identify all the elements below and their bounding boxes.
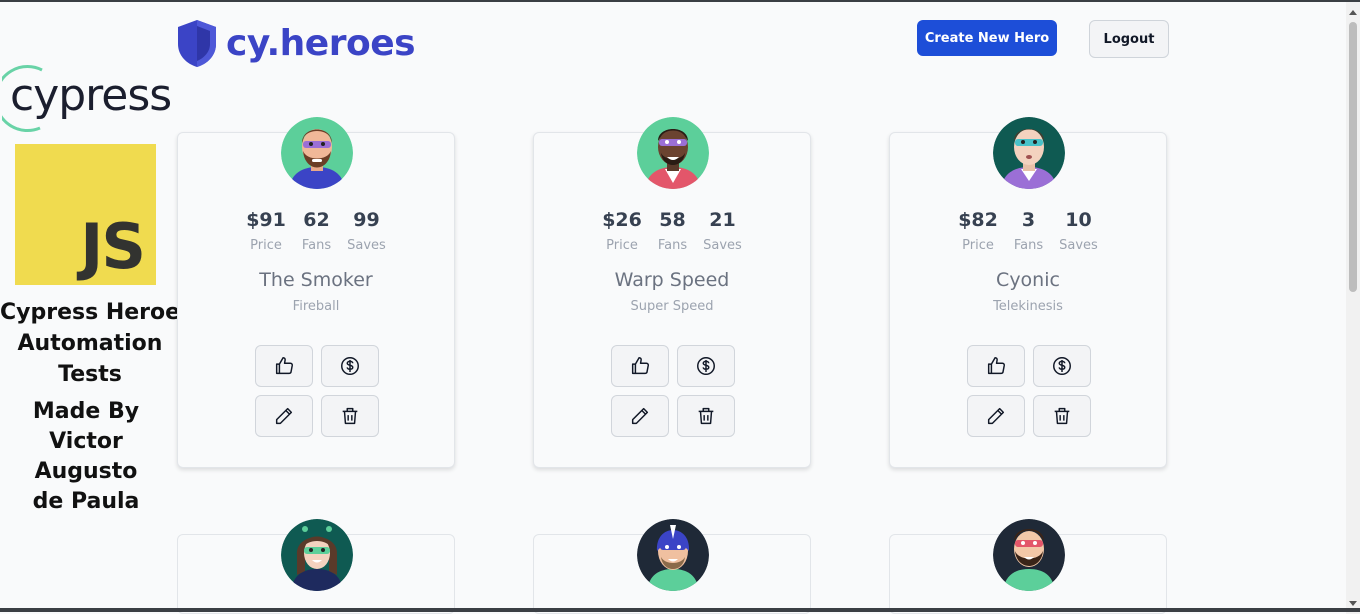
js-logo-text: JS xyxy=(80,210,146,283)
hero-avatar xyxy=(281,519,353,591)
brand-name: cy.heroes xyxy=(226,22,416,64)
hero-power: Super Speed xyxy=(630,299,714,314)
like-button[interactable] xyxy=(611,345,669,387)
overlay-author-line: Augusto xyxy=(34,459,138,484)
delete-button[interactable] xyxy=(677,395,735,437)
fans-label: Fans xyxy=(657,238,688,253)
edit-button[interactable] xyxy=(255,395,313,437)
hero-name: Cyonic xyxy=(996,269,1060,291)
create-new-hero-button[interactable]: Create New Hero xyxy=(917,20,1057,56)
pencil-icon xyxy=(631,407,649,425)
brand-logo[interactable]: cy.heroes xyxy=(176,18,416,68)
overlay-title-line: Automation xyxy=(17,331,163,356)
scroll-down-arrow-icon[interactable] xyxy=(1349,601,1357,606)
thumbs-up-icon xyxy=(987,357,1005,375)
scrollbar-thumb[interactable] xyxy=(1349,22,1357,292)
fans-label: Fans xyxy=(301,238,332,253)
hero-card: $26 Price 58 Fans 21 Saves Warp Speed Super… xyxy=(533,117,811,468)
window-bottom-edge xyxy=(0,608,1360,612)
dollar-icon xyxy=(341,357,359,375)
edit-button[interactable] xyxy=(967,395,1025,437)
hero-card: $82 Price 3 Fans 10 Saves Cyonic Telekinesi… xyxy=(889,117,1167,468)
saves-label: Saves xyxy=(347,238,386,253)
page-scrollbar[interactable] xyxy=(1346,2,1360,614)
hero-actions xyxy=(967,345,1093,437)
hero-fans: 3 xyxy=(1021,209,1036,231)
fans-label: Fans xyxy=(1013,238,1044,253)
thumbs-up-icon xyxy=(631,357,649,375)
overlay-title: Cypress Heroes Automation Tests xyxy=(0,297,194,390)
scroll-up-arrow-icon[interactable] xyxy=(1349,10,1357,15)
cypress-logo: cypress xyxy=(2,62,174,133)
hero-fans: 62 xyxy=(303,209,330,231)
hero-avatar xyxy=(993,117,1065,189)
hero-card xyxy=(533,519,811,614)
hero-card xyxy=(177,519,455,614)
like-button[interactable] xyxy=(967,345,1025,387)
hero-avatar xyxy=(637,117,709,189)
hero-avatar xyxy=(281,117,353,189)
thumbs-up-icon xyxy=(275,357,293,375)
overlay-author-line: Made By xyxy=(32,399,140,424)
hero-stats: $82 Price 3 Fans 10 Saves xyxy=(890,209,1166,261)
price-label: Price xyxy=(606,238,638,253)
hero-saves: 99 xyxy=(353,209,380,231)
hero-saves: 21 xyxy=(709,209,736,231)
hire-button[interactable] xyxy=(1033,345,1091,387)
hero-card: $91 Price 62 Fans 99 Saves The Smoker Fireb… xyxy=(177,117,455,468)
js-logo: JS xyxy=(15,144,156,285)
cypress-logo-text: cypress xyxy=(10,70,172,121)
pencil-icon xyxy=(987,407,1005,425)
hero-fans: 58 xyxy=(659,209,686,231)
hire-button[interactable] xyxy=(677,345,735,387)
hero-actions xyxy=(611,345,737,437)
delete-button[interactable] xyxy=(321,395,379,437)
pencil-icon xyxy=(275,407,293,425)
dollar-icon xyxy=(697,357,715,375)
overlay-author-line: de Paula xyxy=(32,489,140,514)
overlay-title-line: Cypress Heroes xyxy=(0,300,194,325)
hero-price: $26 xyxy=(602,209,642,231)
trash-icon xyxy=(342,407,358,425)
trash-icon xyxy=(698,407,714,425)
hero-avatar xyxy=(993,519,1065,591)
hero-stats: $26 Price 58 Fans 21 Saves xyxy=(534,209,810,261)
hero-name: Warp Speed xyxy=(614,269,730,291)
hero-actions xyxy=(255,345,381,437)
hero-saves: 10 xyxy=(1065,209,1092,231)
hire-button[interactable] xyxy=(321,345,379,387)
like-button[interactable] xyxy=(255,345,313,387)
hero-price: $91 xyxy=(246,209,286,231)
saves-label: Saves xyxy=(703,238,742,253)
saves-label: Saves xyxy=(1059,238,1098,253)
overlay-title-line: Tests xyxy=(58,362,122,387)
hero-avatar xyxy=(637,519,709,591)
overlay-author-line: Victor xyxy=(49,429,123,454)
hero-stats: $91 Price 62 Fans 99 Saves xyxy=(178,209,454,261)
overlay-panel: cypress JS Cypress Heroes Automation Tes… xyxy=(0,2,194,614)
overlay-author: Made By Victor Augusto de Paula xyxy=(6,397,166,517)
hero-card xyxy=(889,519,1167,614)
trash-icon xyxy=(1054,407,1070,425)
dollar-icon xyxy=(1053,357,1071,375)
edit-button[interactable] xyxy=(611,395,669,437)
hero-power: Telekinesis xyxy=(993,299,1063,314)
delete-button[interactable] xyxy=(1033,395,1091,437)
price-label: Price xyxy=(250,238,282,253)
hero-price: $82 xyxy=(958,209,998,231)
price-label: Price xyxy=(962,238,994,253)
hero-power: Fireball xyxy=(292,299,340,314)
logout-button[interactable]: Logout xyxy=(1089,20,1169,58)
hero-name: The Smoker xyxy=(259,269,373,291)
shield-icon xyxy=(178,20,216,67)
